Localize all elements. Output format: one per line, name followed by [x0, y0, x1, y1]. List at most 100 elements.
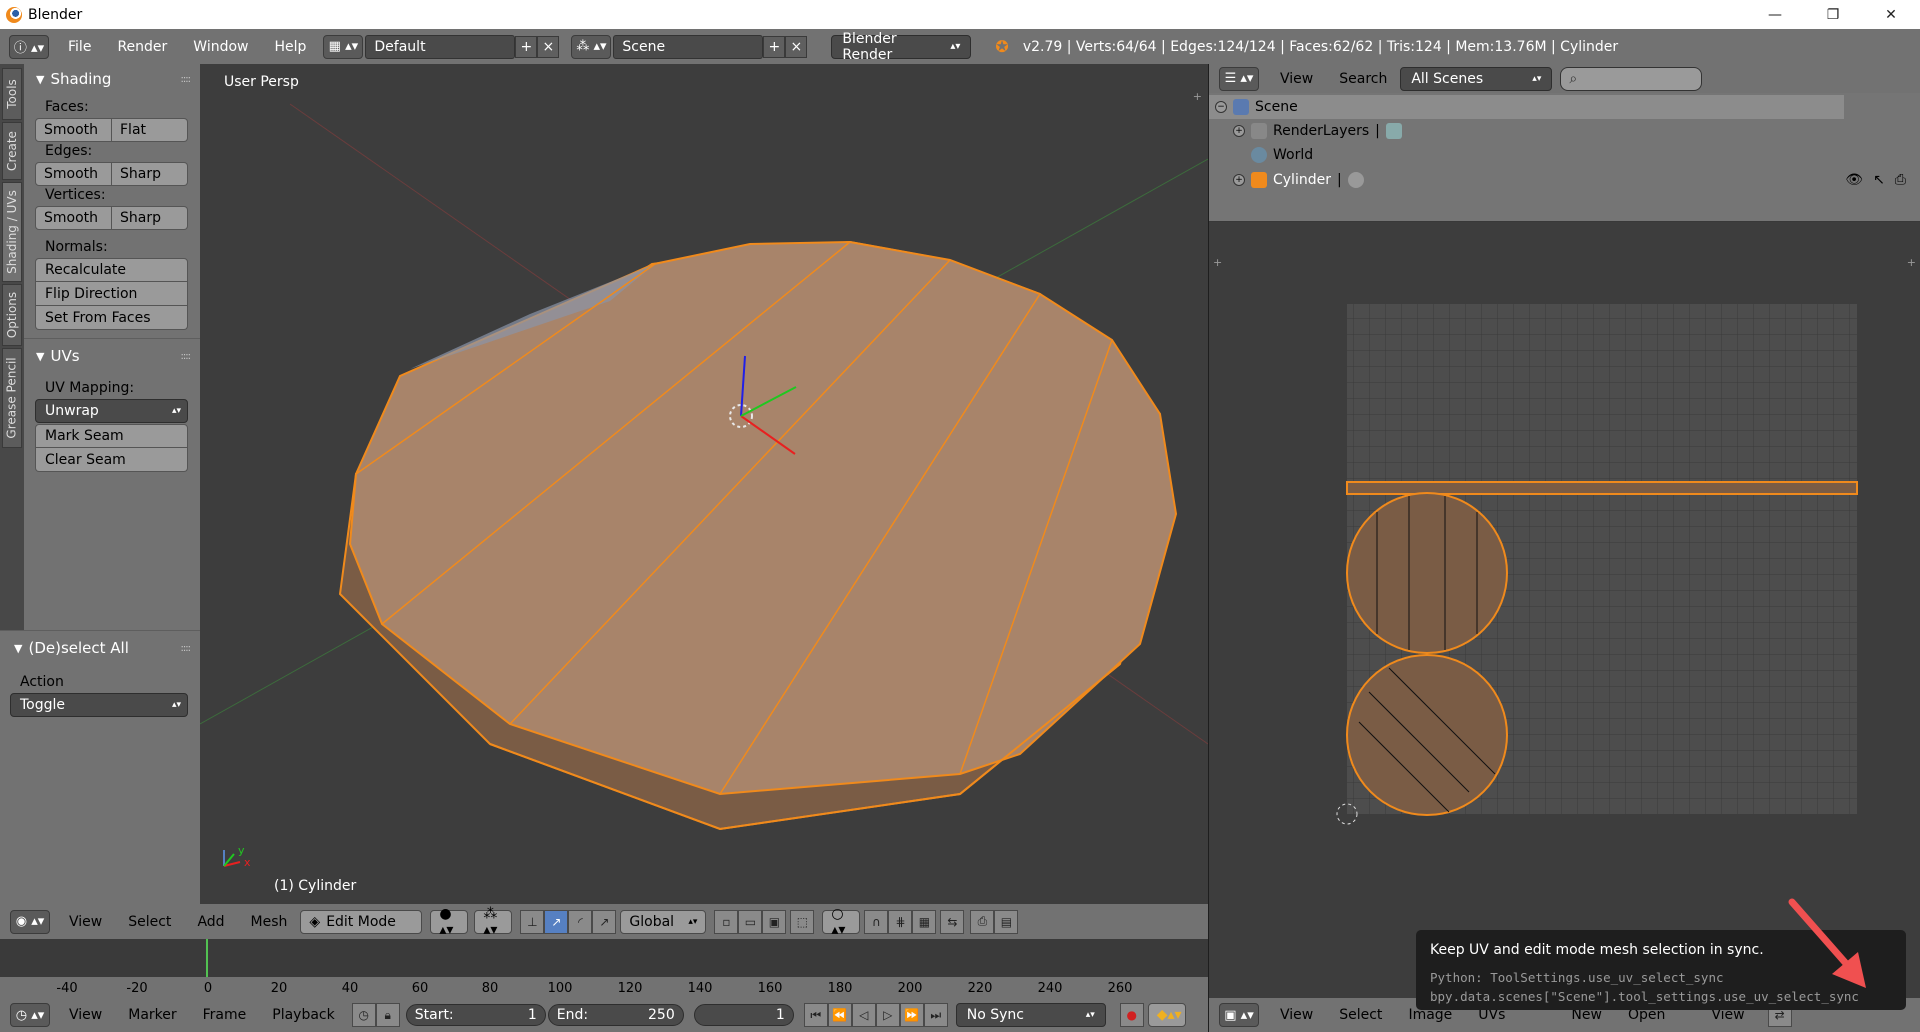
- menu-render[interactable]: Render: [104, 39, 180, 55]
- timeline-menu-marker[interactable]: Marker: [115, 1007, 189, 1023]
- preview-range-button[interactable]: ◷: [351, 1003, 376, 1027]
- outliner-item-renderlayers[interactable]: + RenderLayers |: [1209, 119, 1920, 143]
- timeline-menu-frame[interactable]: Frame: [190, 1007, 260, 1023]
- outliner-menu-view[interactable]: View: [1267, 71, 1326, 87]
- tab-create[interactable]: Create: [2, 122, 22, 180]
- jump-end-button[interactable]: ⏭: [923, 1003, 948, 1027]
- tab-grease-pencil[interactable]: Grease Pencil: [2, 348, 22, 448]
- proportional-edit-dropdown[interactable]: ○ ▴▾: [822, 906, 861, 938]
- minimize-button[interactable]: —: [1746, 0, 1804, 29]
- render-animation-button[interactable]: ▤: [994, 909, 1019, 934]
- translate-manipulator-button[interactable]: ↗: [544, 909, 569, 934]
- snap-target-button[interactable]: ▦: [912, 909, 937, 934]
- menu-help[interactable]: Help: [261, 39, 319, 55]
- lock-range-button[interactable]: 🔒︎: [375, 1003, 400, 1027]
- collapse-icon[interactable]: −: [1215, 101, 1227, 113]
- keying-set-dropdown[interactable]: ◆▴▾: [1147, 1003, 1186, 1027]
- maximize-button[interactable]: ❐: [1804, 0, 1862, 29]
- current-frame-cursor[interactable]: [206, 939, 208, 977]
- render-engine-dropdown[interactable]: Blender Render ▴▾: [831, 31, 972, 63]
- cursor-select-icon[interactable]: ↖: [1873, 172, 1885, 188]
- timeline-editor-type-button[interactable]: ◷ ▴▾: [10, 1003, 50, 1027]
- drag-grip-icon[interactable]: ::::: [181, 74, 192, 85]
- next-keyframe-button[interactable]: ⏩: [899, 1003, 924, 1027]
- interaction-mode-dropdown[interactable]: ◈ Edit Mode: [300, 909, 423, 934]
- tab-shading-uvs[interactable]: Shading / UVs: [2, 182, 22, 282]
- set-from-faces-button[interactable]: Set From Faces: [35, 306, 188, 330]
- edge-select-button[interactable]: ▭: [738, 909, 763, 934]
- record-button[interactable]: ●: [1119, 1003, 1144, 1027]
- timeline[interactable]: -40 -20 0 20 40 60 80 100 120 140 160 18…: [0, 939, 1208, 998]
- outliner-item-scene[interactable]: − Scene: [1209, 95, 1844, 119]
- vertices-sharp-button[interactable]: Sharp: [112, 206, 188, 230]
- transform-orientation-dropdown[interactable]: Global ▴▾: [620, 909, 707, 934]
- clear-seam-button[interactable]: Clear Seam: [35, 448, 188, 472]
- recalculate-normals-button[interactable]: Recalculate: [35, 258, 188, 282]
- play-reverse-button[interactable]: ◁: [851, 1003, 876, 1027]
- remove-layout-button[interactable]: ×: [537, 35, 560, 58]
- outliner-display-mode-dropdown[interactable]: All Scenes ▴▾: [1400, 66, 1553, 91]
- timeline-ruler[interactable]: -40 -20 0 20 40 60 80 100 120 140 160 18…: [0, 977, 1208, 998]
- menu-file[interactable]: File: [55, 39, 104, 55]
- viewport-menu-view[interactable]: View: [56, 914, 115, 930]
- faces-smooth-button[interactable]: Smooth: [35, 118, 112, 142]
- timeline-menu-playback[interactable]: Playback: [259, 1007, 347, 1023]
- action-dropdown[interactable]: Toggle ▴▾: [10, 693, 188, 717]
- shading-mode-dropdown[interactable]: ● ▴▾: [430, 906, 469, 938]
- timeline-track[interactable]: [0, 939, 1208, 977]
- outliner-search-input[interactable]: ⌕: [1560, 66, 1703, 91]
- deselect-all-panel-header[interactable]: ▼ (De)select All ::::: [0, 635, 200, 661]
- uv-menu-view[interactable]: View: [1267, 1007, 1326, 1023]
- camera-render-icon[interactable]: ⎙: [1895, 172, 1906, 188]
- limit-selection-button[interactable]: ⬚: [790, 909, 815, 934]
- manipulator-toggle-button[interactable]: ⊥: [520, 909, 545, 934]
- sync-mode-dropdown[interactable]: No Sync ▴▾: [955, 1003, 1106, 1027]
- remove-scene-button[interactable]: ×: [785, 35, 808, 58]
- rotate-manipulator-button[interactable]: ◜: [568, 909, 593, 934]
- edges-smooth-button[interactable]: Smooth: [35, 162, 112, 186]
- shading-panel-header[interactable]: ▼ Shading ::::: [24, 66, 200, 92]
- expand-icon[interactable]: +: [1233, 174, 1245, 186]
- outliner-menu-search[interactable]: Search: [1326, 71, 1400, 87]
- jump-start-button[interactable]: ⏮: [803, 1003, 828, 1027]
- tab-options[interactable]: Options: [2, 284, 22, 346]
- vertices-smooth-button[interactable]: Smooth: [35, 206, 112, 230]
- snap-toggle-button[interactable]: ∩: [864, 909, 889, 934]
- edges-sharp-button[interactable]: Sharp: [112, 162, 188, 186]
- eye-icon[interactable]: 👁︎: [1845, 172, 1863, 188]
- uv-menu-select[interactable]: Select: [1326, 1007, 1395, 1023]
- viewport-editor-type-button[interactable]: ◉ ▴▾: [10, 909, 50, 934]
- current-frame-field[interactable]: 1: [693, 1004, 794, 1026]
- drag-grip-icon[interactable]: ::::: [181, 643, 192, 654]
- scale-manipulator-button[interactable]: ↗: [592, 909, 617, 934]
- uvs-panel-header[interactable]: ▼ UVs ::::: [24, 343, 200, 369]
- outliner-item-world[interactable]: World: [1209, 143, 1920, 167]
- screen-layout-icon-button[interactable]: ▦ ▴▾: [323, 34, 364, 59]
- pivot-dropdown[interactable]: ⁂ ▴▾: [474, 906, 513, 938]
- viewport-menu-add[interactable]: Add: [184, 914, 237, 930]
- flip-direction-button[interactable]: Flip Direction: [35, 282, 188, 306]
- add-scene-button[interactable]: +: [763, 35, 786, 58]
- uv-canvas[interactable]: [1209, 222, 1920, 998]
- viewport-menu-mesh[interactable]: Mesh: [238, 914, 301, 930]
- scene-icon-button[interactable]: ⁂ ▴▾: [571, 34, 612, 59]
- face-select-button[interactable]: ▣: [762, 909, 787, 934]
- tab-tools[interactable]: Tools: [2, 68, 22, 120]
- outliner-item-cylinder[interactable]: + Cylinder | 👁︎ ↖ ⎙: [1209, 168, 1920, 192]
- 3d-viewport[interactable]: User Persp (1) Cylinder x y +: [200, 64, 1208, 904]
- outliner-editor-type-button[interactable]: ☰ ▴▾: [1219, 66, 1259, 91]
- outliner-tree[interactable]: − Scene + RenderLayers | World + Cylinde…: [1209, 93, 1920, 221]
- play-button[interactable]: ▷: [875, 1003, 900, 1027]
- menu-window[interactable]: Window: [180, 39, 261, 55]
- render-opengl-button[interactable]: ⎙: [970, 909, 995, 934]
- add-layout-button[interactable]: +: [515, 35, 538, 58]
- uv-editor-type-button[interactable]: ▣ ▴▾: [1219, 1003, 1259, 1027]
- drag-grip-icon[interactable]: ::::: [181, 351, 192, 362]
- info-editor-type-button[interactable]: ⓘ ▴▾: [9, 34, 49, 59]
- mirror-button[interactable]: ⇆: [940, 909, 965, 934]
- close-button[interactable]: ✕: [1862, 0, 1920, 29]
- scene-field[interactable]: Scene: [613, 34, 764, 59]
- vertex-select-button[interactable]: ▫: [714, 909, 739, 934]
- expand-sidebar-icon[interactable]: +: [1193, 90, 1202, 103]
- uv-image-editor[interactable]: + +: [1209, 222, 1920, 998]
